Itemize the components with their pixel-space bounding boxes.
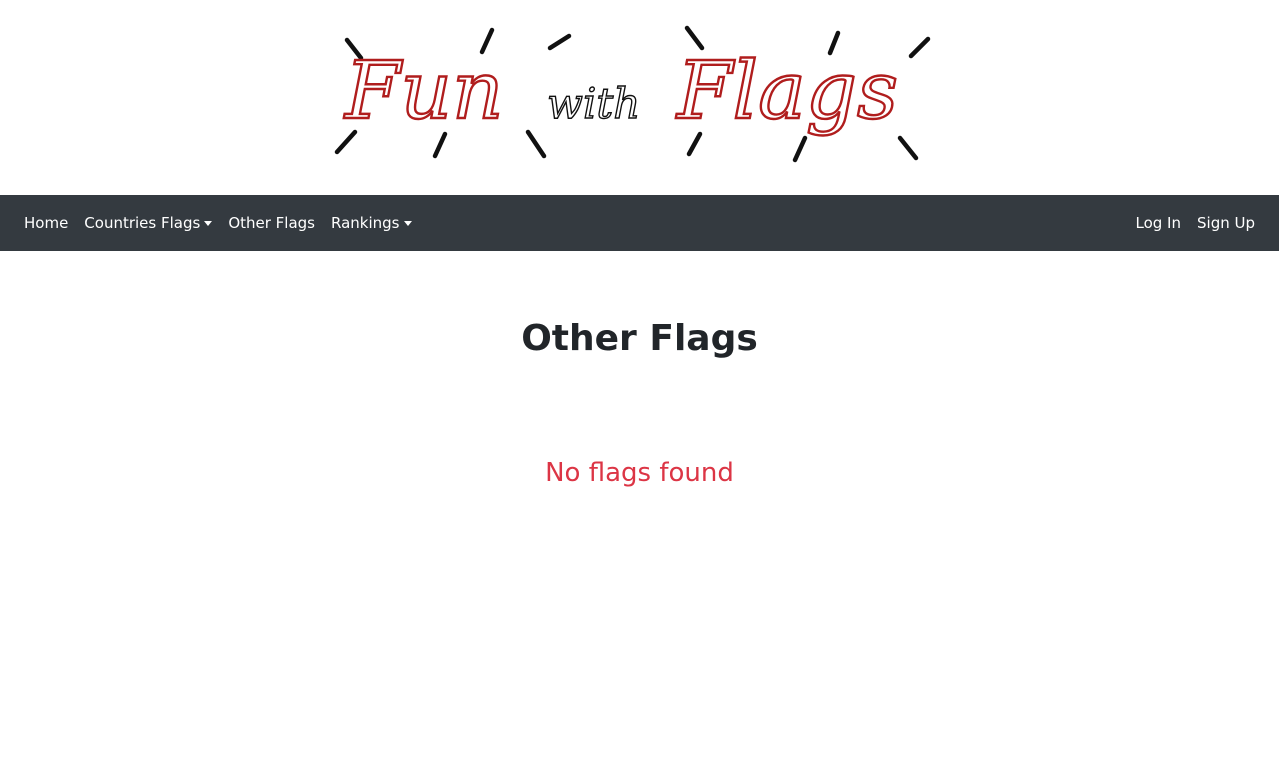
site-header: Fun with Flags (0, 0, 1279, 195)
nav-rankings-label: Rankings (331, 214, 400, 232)
logo-word-flags: Flags (675, 44, 898, 137)
nav-login[interactable]: Log In (1128, 206, 1190, 240)
nav-signup-label: Sign Up (1197, 214, 1255, 232)
nav-countries-flags-dropdown[interactable]: Countries Flags (76, 206, 220, 240)
nav-rankings-dropdown[interactable]: Rankings (323, 206, 420, 240)
navbar-right: Log In Sign Up (1128, 206, 1264, 240)
main-navbar: Home Countries Flags Other Flags Ranking… (0, 195, 1279, 251)
nav-other-flags-label: Other Flags (228, 214, 315, 232)
empty-state-message: No flags found (545, 458, 734, 488)
logo-graphic: Fun with Flags (334, 25, 931, 163)
caret-down-icon (204, 220, 213, 226)
caret-down-icon (403, 220, 412, 226)
nav-countries-flags-label: Countries Flags (84, 214, 201, 232)
site-logo[interactable]: Fun with Flags (325, 18, 945, 170)
nav-signup[interactable]: Sign Up (1189, 206, 1263, 240)
nav-home[interactable]: Home (16, 206, 76, 240)
nav-home-label: Home (24, 214, 69, 232)
navbar-left: Home Countries Flags Other Flags Ranking… (16, 206, 420, 240)
logo-word-fun: Fun (343, 44, 504, 137)
nav-other-flags[interactable]: Other Flags (220, 206, 323, 240)
nav-login-label: Log In (1135, 214, 1182, 232)
logo-word-with: with (547, 79, 640, 128)
page-title: Other Flags (521, 318, 758, 359)
main-content: Other Flags No flags found (0, 251, 1279, 783)
